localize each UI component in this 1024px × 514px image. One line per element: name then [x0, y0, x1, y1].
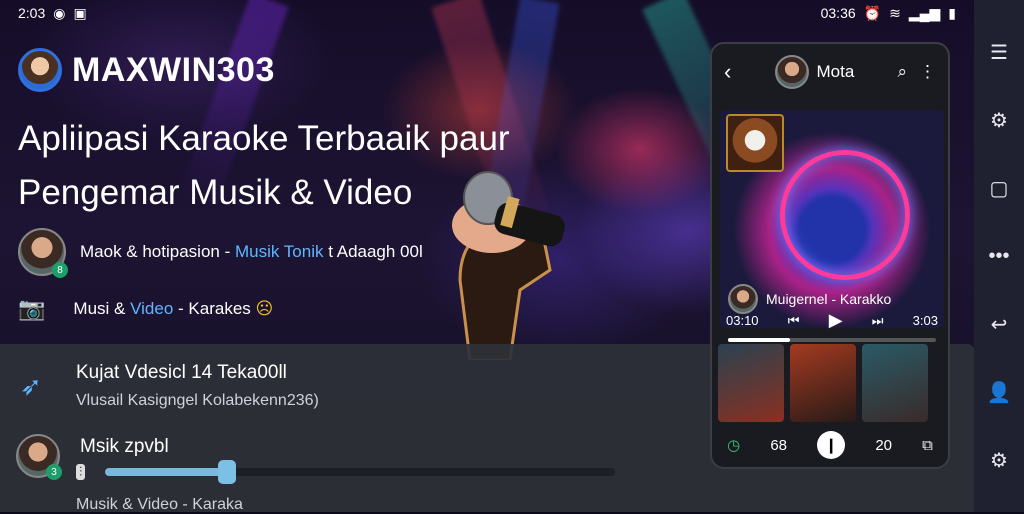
nav-left-count[interactable]: 68 — [770, 437, 787, 454]
back-icon[interactable]: ↩ — [986, 311, 1012, 337]
side-rail: ☰ ⚙ ▢ ••• ↩ 👤 ⚙ — [974, 0, 1024, 512]
volume-slider[interactable] — [105, 460, 615, 484]
brand-title: MAXWIN303 — [72, 50, 275, 89]
battery-icon: ▮ — [948, 4, 956, 21]
video-tile[interactable] — [862, 344, 928, 422]
skip-forward-icon[interactable]: ⏭ — [872, 313, 884, 329]
dog-thumbnail — [726, 114, 784, 172]
wifi-icon: ≋ — [889, 4, 901, 21]
video-tile[interactable] — [790, 344, 856, 422]
notification-icon: ◉ — [53, 4, 66, 21]
item-title: Kujat Vdesicl 14 Teka00ll — [76, 362, 287, 383]
time-total: 3:03 — [912, 313, 938, 328]
progress-fill — [728, 338, 791, 342]
signal-icon: ▂▄▆ — [908, 4, 941, 21]
app-header: MAXWIN303 — [18, 48, 275, 92]
play-icon[interactable]: ▶ — [829, 310, 843, 331]
category-row: 📷 Musi & Video - Karakes ☹ — [18, 296, 273, 322]
slider-handle[interactable] — [218, 460, 237, 484]
artist-line: Maok & hotipasion - Musik Tonik t Adaagh… — [80, 242, 423, 262]
playback-progress[interactable] — [728, 338, 936, 342]
settings-alt-icon[interactable]: ⚙ — [986, 447, 1012, 473]
back-arrow-icon[interactable]: ‹ — [724, 59, 731, 85]
item-title: Musik & Video - Karaka — [76, 496, 243, 513]
pause-icon[interactable]: ❙ — [817, 431, 846, 459]
search-icon[interactable]: ⌕ — [897, 62, 907, 82]
artist-line-prefix: Maok & hotipasion - — [80, 242, 231, 261]
microphone-hand-illustration — [452, 171, 565, 360]
player-window: ‹ Mota ⌕ ⋮ Muigernel - Karakko 03:10 ⏮ ▶… — [710, 42, 950, 469]
album-art[interactable]: Muigernel - Karakko — [720, 110, 944, 328]
video-tile[interactable] — [718, 344, 784, 422]
square-icon[interactable]: ▢ — [986, 175, 1012, 201]
settings-icon[interactable]: ⚙ — [986, 107, 1012, 133]
more-vertical-icon[interactable]: ⋮ — [919, 62, 936, 82]
category-accent[interactable]: Video — [130, 299, 173, 318]
player-nav: ◷ 68 ❙ 20 ⧉ — [712, 423, 948, 467]
status-time-left: 2:03 — [18, 5, 46, 21]
avatar-badge: 3 — [46, 464, 62, 480]
person-icon[interactable]: 👤 — [986, 379, 1012, 405]
app-icon: ▣ — [73, 4, 87, 21]
menu-icon[interactable]: ☰ — [986, 39, 1012, 65]
more-icon[interactable]: ••• — [986, 243, 1012, 269]
sad-face-icon: ☹ — [255, 299, 274, 318]
category-part-1: Musi & — [73, 299, 126, 318]
track-title: Muigernel - Karakko — [766, 291, 892, 307]
list-item[interactable]: ➶ Kujat Vdesicl 14 Teka00ll Vlusail Kasi… — [20, 362, 319, 410]
slider-fill — [105, 468, 228, 476]
item-title: Msik zpvbl — [80, 436, 169, 457]
avatar[interactable] — [18, 48, 62, 92]
verified-badge: 8 — [52, 262, 68, 278]
category-part-2: - Karakes — [178, 299, 251, 318]
list-item[interactable]: Musik & Video - Karaka — [20, 496, 243, 514]
headline-line-1: Apliipasi Karaoke Terbaaik paur — [18, 119, 510, 158]
expand-icon[interactable]: ⧉ — [922, 437, 933, 454]
bird-icon: ➶ — [20, 370, 42, 401]
user-avatar: 3 — [16, 434, 62, 480]
artist-row[interactable]: 8 Maok & hotipasion - Musik Tonik t Adaa… — [18, 228, 423, 278]
artist-line-suffix: t Adaagh 00l — [328, 242, 423, 261]
category-line: Musi & Video - Karakes ☹ — [73, 299, 273, 319]
nav-right-count[interactable]: 20 — [875, 437, 892, 454]
player-header: ‹ Mota ⌕ ⋮ — [712, 44, 948, 100]
artist-avatar: 8 — [18, 228, 68, 278]
skip-back-icon[interactable]: ⏮ — [788, 313, 800, 329]
item-subtitle: Vlusail Kasigngel Kolabekenn236) — [76, 392, 319, 409]
timer-icon[interactable]: ◷ — [727, 436, 740, 454]
neon-ring — [780, 150, 910, 280]
contact-avatar[interactable] — [774, 55, 809, 89]
camera-icon[interactable]: 📷 — [18, 296, 45, 322]
equalizer-icon[interactable]: ⫶ — [76, 464, 86, 480]
playback-controls: 03:10 ⏮ ▶ ⏭ 3:03 — [726, 310, 938, 331]
time-elapsed: 03:10 — [726, 313, 759, 328]
status-time-right: 03:36 — [820, 5, 856, 21]
alarm-icon: ⏰ — [863, 4, 882, 21]
status-bar: 2:03 ◉ ▣ 03:36 ⏰ ≋ ▂▄▆ ▮ — [0, 0, 974, 26]
contact-name: Mota — [816, 62, 855, 81]
artist-line-accent[interactable]: Musik Tonik — [235, 242, 324, 261]
